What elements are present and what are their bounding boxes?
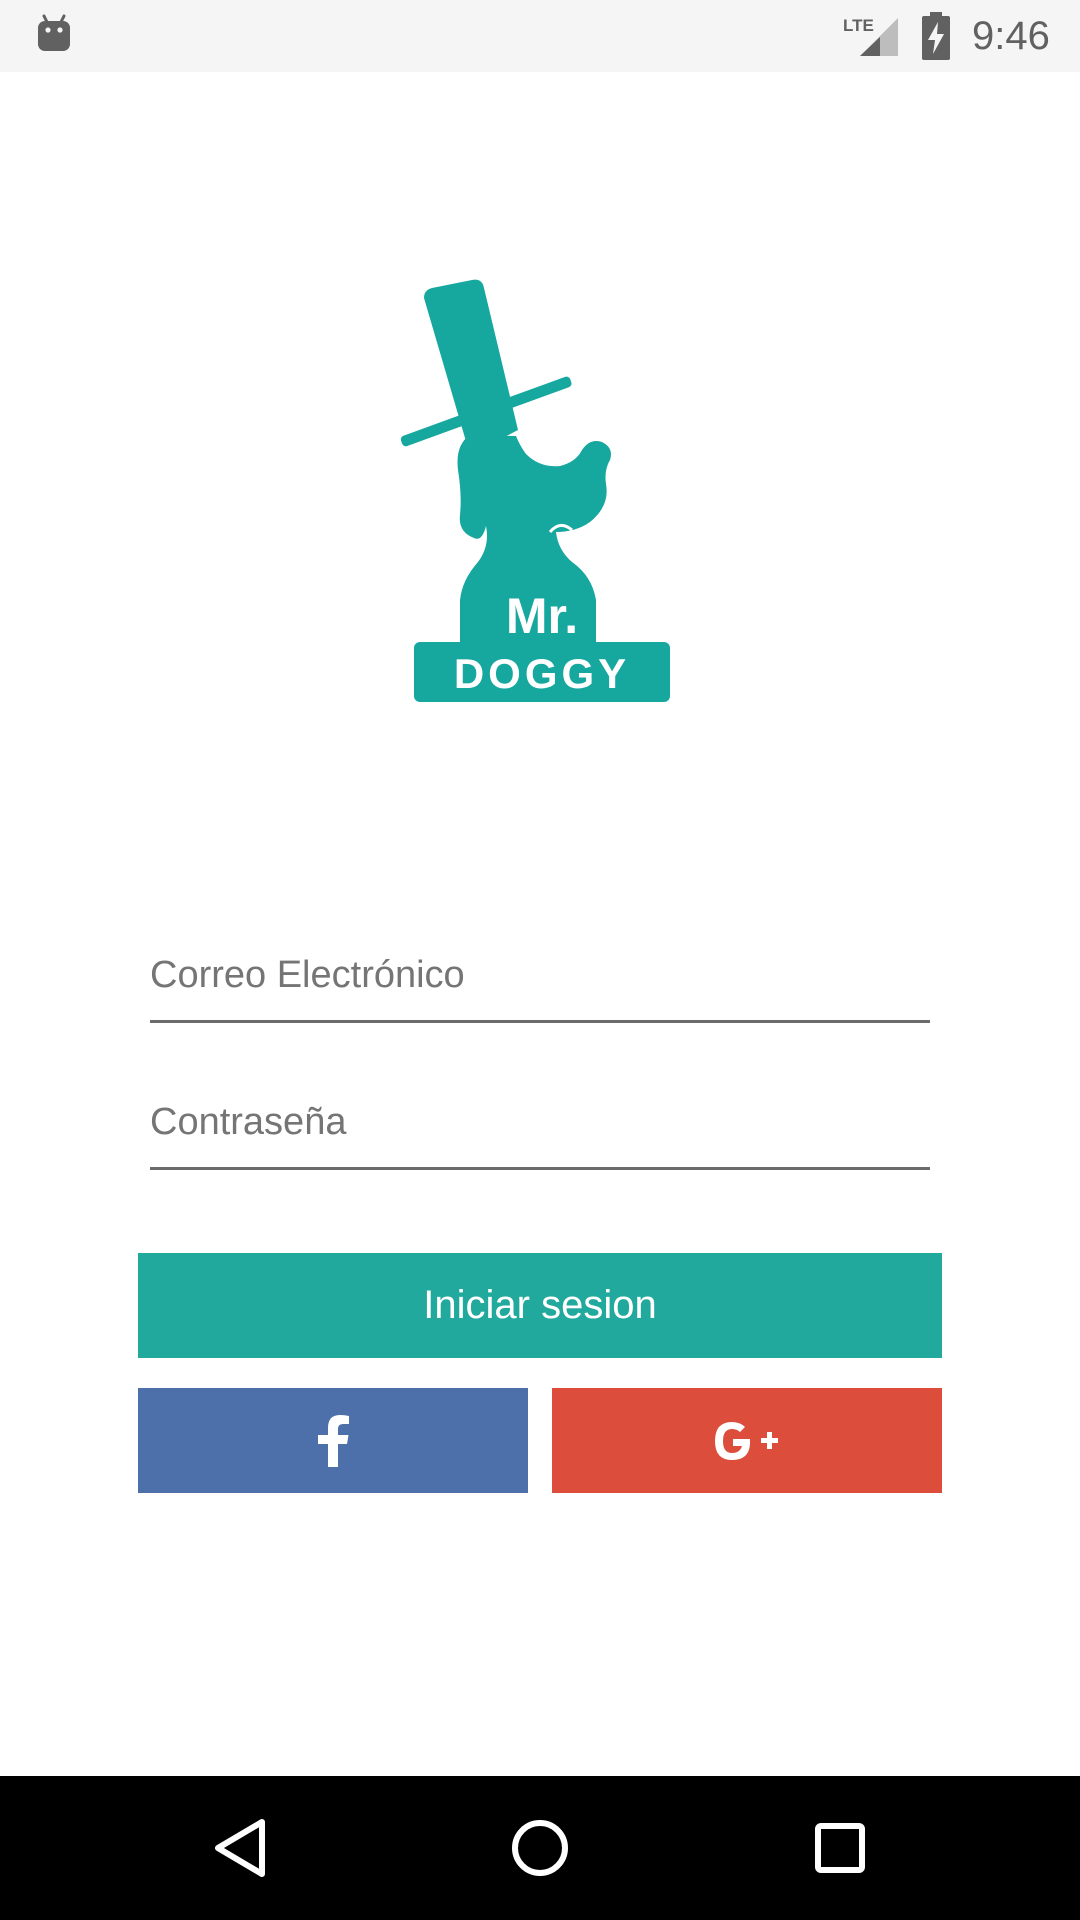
recents-icon[interactable] [804, 1812, 876, 1884]
status-time: 9:46 [972, 14, 1050, 58]
login-button[interactable]: Iniciar sesion [138, 1253, 942, 1358]
facebook-login-button[interactable] [138, 1388, 528, 1493]
lte-signal-icon: LTE [843, 16, 898, 56]
navigation-bar [0, 1776, 1080, 1920]
status-bar: LTE 9:46 [0, 0, 1080, 72]
password-field-container [150, 1077, 930, 1170]
facebook-icon [318, 1414, 349, 1467]
email-field[interactable] [150, 930, 930, 1020]
google-plus-login-button[interactable] [552, 1388, 942, 1493]
home-icon[interactable] [504, 1812, 576, 1884]
back-icon[interactable] [204, 1812, 276, 1884]
password-field[interactable] [150, 1077, 930, 1167]
mr-doggy-logo: Mr. DOGGY [400, 279, 670, 702]
login-screen: LTE 9:46 Mr. DOGGY Correo Electrónico In… [0, 0, 1080, 1920]
email-field-container [150, 930, 930, 1023]
android-icon [38, 14, 70, 51]
google-plus-icon [715, 1421, 778, 1460]
logo-text-mr: Mr. [506, 588, 578, 644]
logo-text-doggy: DOGGY [454, 650, 630, 697]
network-type-label: LTE [843, 16, 874, 35]
battery-charging-icon [922, 12, 950, 60]
